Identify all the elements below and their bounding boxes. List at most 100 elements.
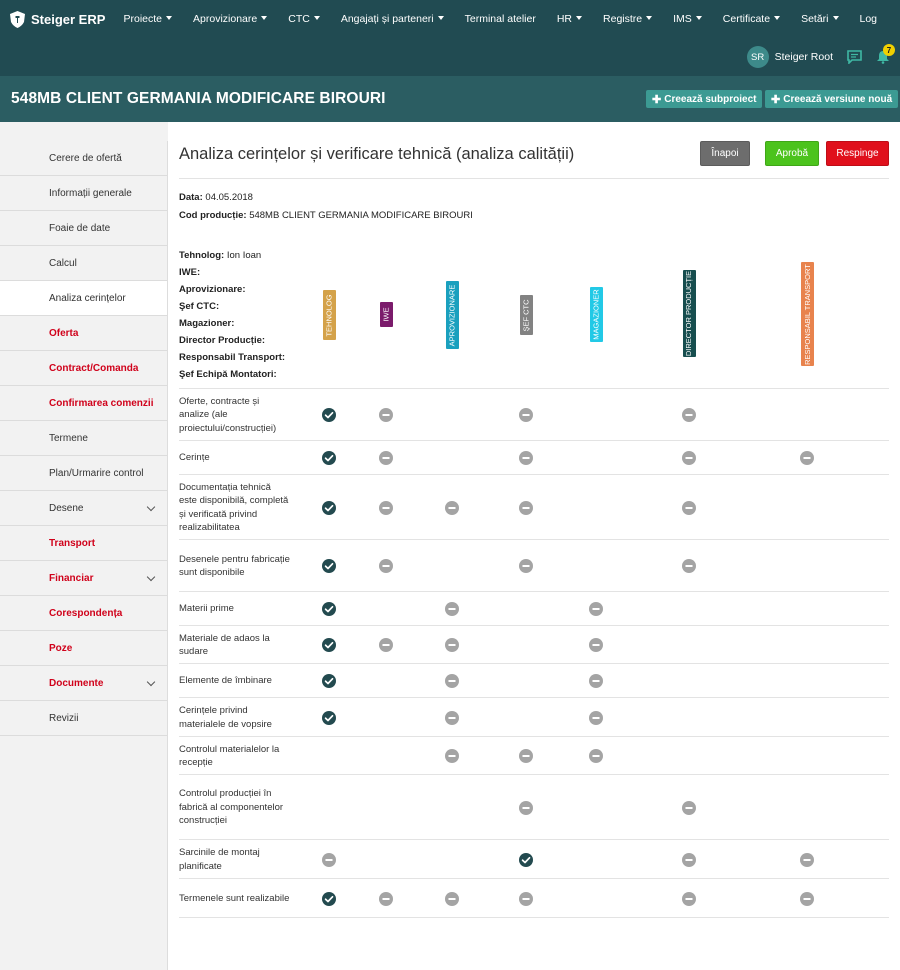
minus-circle-icon — [800, 852, 814, 867]
sidebar-item-transport[interactable]: Transport — [0, 526, 167, 561]
sidebar-item-informatii-generale[interactable]: Informații generale — [0, 176, 167, 211]
role-line: Magazioner: — [179, 315, 285, 332]
minus-circle-icon — [682, 500, 696, 515]
caret-down-icon — [313, 16, 320, 21]
menu-item-ctc[interactable]: CTC — [278, 13, 331, 25]
menu-item-label: Log — [859, 13, 878, 25]
caret-down-icon — [261, 16, 268, 21]
sidebar-item-foaie-de-date[interactable]: Foaie de date — [0, 211, 167, 246]
minus-circle-icon — [445, 710, 459, 725]
production-code-label: Cod producție: — [179, 210, 247, 221]
sidebar-item-confirmarea-comenzii[interactable]: Confirmarea comenzii — [0, 386, 167, 421]
table-row: Controlul materialelor la recepție — [179, 736, 889, 774]
caret-down-icon — [166, 16, 173, 21]
user-name[interactable]: Steiger Root — [775, 51, 833, 63]
menu-item-registre[interactable]: Registre — [593, 13, 663, 25]
column-tag-aprovizionare: APROVIZIONARE — [445, 281, 459, 349]
menu-item-proiecte[interactable]: Proiecte — [113, 13, 183, 25]
minus-circle-icon — [682, 451, 696, 465]
sidebar-item-label: Analiza cerințelor — [49, 292, 126, 304]
minus-circle-icon — [800, 451, 814, 465]
sidebar-item-calcul[interactable]: Calcul — [0, 246, 167, 281]
row-label: Sarcinile de montaj planificate — [179, 847, 260, 872]
role-label: Responsabil Transport: — [179, 352, 286, 363]
minus-circle-icon — [445, 500, 459, 515]
minus-circle-icon — [589, 638, 603, 652]
menu-item-label: Proiecte — [123, 13, 163, 25]
main-content: Analiza cerințelor și verificare tehnică… — [168, 122, 900, 970]
minus-circle-icon — [379, 408, 393, 422]
create-subproject-button[interactable]: ✚ Creează subproiect — [646, 90, 763, 108]
back-button[interactable]: Înapoi — [700, 141, 750, 166]
page-title: Analiza cerințelor și verificare tehnică… — [179, 145, 575, 163]
minus-circle-icon — [589, 710, 603, 725]
check-circle-icon — [322, 602, 336, 616]
menu-item-hr[interactable]: HR — [546, 13, 592, 25]
minus-circle-icon — [519, 891, 533, 906]
check-circle-icon — [322, 408, 336, 422]
table-row: Controlul producției în fabrică al compo… — [179, 774, 889, 839]
minus-circle-icon — [682, 852, 696, 867]
date-label: Data: — [179, 192, 203, 203]
menu-item-certificate[interactable]: Certificate — [712, 13, 790, 25]
sidebar-item-corespondenta[interactable]: Corespondența — [0, 596, 167, 631]
sidebar-item-termene[interactable]: Termene — [0, 421, 167, 456]
minus-circle-icon — [379, 559, 393, 573]
check-circle-icon — [322, 500, 336, 515]
avatar[interactable]: SR — [746, 46, 769, 68]
row-label: Elemente de îmbinare — [179, 675, 272, 686]
user-area: SR Steiger Root 7 — [746, 44, 895, 68]
column-tag-label: RESPONSABIL TRANSPORT — [802, 263, 812, 365]
sidebar-item-label: Financiar — [49, 572, 94, 584]
sidebar-item-poze[interactable]: Poze — [0, 631, 167, 666]
sidebar-item-oferta[interactable]: Oferta — [0, 316, 167, 351]
menu-item-ims[interactable]: IMS — [663, 13, 713, 25]
menu-item-log[interactable]: Log — [849, 13, 888, 25]
date-line: Data: 04.05.2018 — [179, 192, 253, 203]
menu-item-terminal-atelier[interactable]: Terminal atelier — [454, 13, 546, 25]
brand[interactable]: Steiger ERP — [10, 9, 105, 29]
column-tag-sef-ctc: ŞEF CTC — [519, 295, 533, 335]
menu-item-angaja-i-i-parteneri[interactable]: Angajați și parteneri — [330, 13, 454, 25]
role-label: Aprovizionare: — [179, 284, 246, 295]
chevron-down-icon[interactable] — [146, 502, 156, 512]
sidebar-item-label: Termene — [49, 432, 88, 444]
check-circle-icon — [322, 891, 336, 906]
sidebar-item-label: Informații generale — [49, 187, 132, 199]
sidebar-item-analiza-cerintelor[interactable]: Analiza cerințelor — [0, 281, 167, 316]
menu-item-set-ri[interactable]: Setări — [791, 13, 849, 25]
sidebar-item-documente[interactable]: Documente — [0, 666, 167, 701]
role-label: Director Producție: — [179, 335, 266, 346]
approve-button[interactable]: Aprobă — [765, 141, 819, 166]
menu-item-label: IMS — [673, 13, 692, 25]
reject-button[interactable]: Respinge — [826, 141, 889, 166]
check-circle-icon — [322, 674, 336, 688]
create-version-button[interactable]: ✚ Creează versiune nouă — [765, 90, 899, 108]
minus-circle-icon — [589, 749, 603, 763]
sidebar-item-revizii[interactable]: Revizii — [0, 701, 167, 736]
chat-icon[interactable] — [847, 50, 862, 64]
notifications-bell-icon[interactable]: 7 — [876, 44, 895, 64]
sidebar-item-desene[interactable]: Desene — [0, 491, 167, 526]
chevron-down-icon[interactable] — [146, 572, 156, 582]
sidebar-item-label: Foaie de date — [49, 222, 111, 234]
caret-down-icon — [774, 16, 781, 21]
sidebar-item-contract-comanda[interactable]: Contract/Comanda — [0, 351, 167, 386]
column-tag-responsabil-transport: RESPONSABIL TRANSPORT — [800, 262, 814, 366]
production-code-line: Cod producție: 548MB CLIENT GERMANIA MOD… — [179, 210, 473, 221]
menu-item-aprovizionare[interactable]: Aprovizionare — [183, 13, 278, 25]
caret-down-icon — [576, 16, 583, 21]
sidebar-item-plan-urmarire-control[interactable]: Plan/Urmarire control — [0, 456, 167, 491]
role-value: Ion Ioan — [226, 250, 262, 261]
check-circle-icon — [322, 559, 336, 573]
role-line: Responsabil Transport: — [179, 349, 285, 366]
sidebar-item-cerere-de-oferta[interactable]: Cerere de ofertă — [0, 141, 167, 176]
chevron-down-icon[interactable] — [146, 677, 156, 687]
create-version-label: Creează versiune nouă — [783, 93, 893, 105]
table-row: Sarcinile de montaj planificate — [179, 839, 889, 878]
minus-circle-icon — [445, 891, 459, 906]
minus-circle-icon — [682, 800, 696, 815]
sidebar-item-financiar[interactable]: Financiar — [0, 561, 167, 596]
caret-down-icon — [695, 16, 702, 21]
minus-circle-icon — [589, 674, 603, 688]
